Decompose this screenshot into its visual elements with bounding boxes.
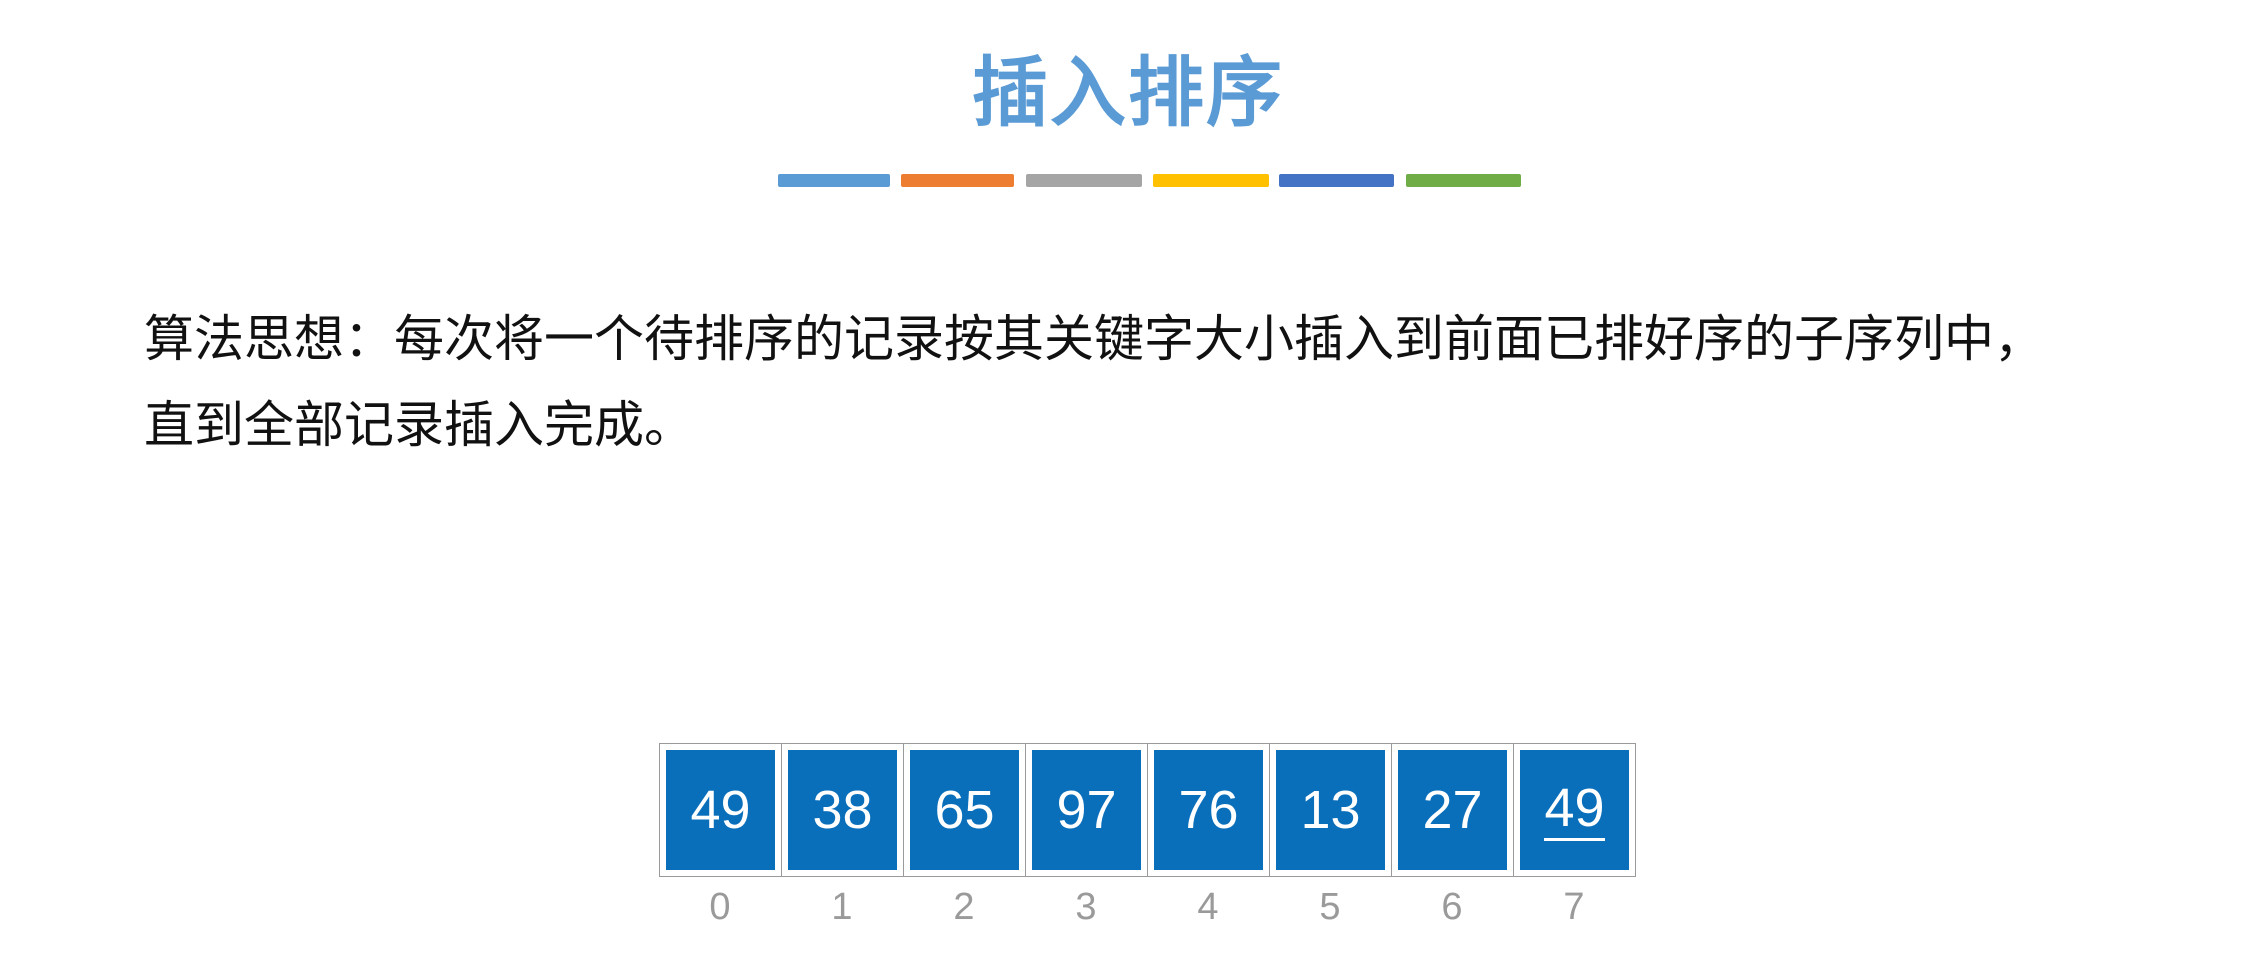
array-value-text: 27: [1422, 780, 1483, 840]
array-value-text: 97: [1056, 780, 1117, 840]
array-index: 3: [1075, 886, 1097, 928]
array-value: 65: [910, 750, 1019, 870]
array-cell: 38: [781, 743, 904, 877]
array-index: 0: [709, 886, 731, 928]
palette-bar-yellow: [1153, 174, 1269, 187]
array-index: 5: [1319, 886, 1341, 928]
array-value: 97: [1032, 750, 1141, 870]
array-value: 38: [788, 750, 897, 870]
array-value-text: 76: [1178, 780, 1239, 840]
palette-bar-darkblue: [1279, 174, 1394, 187]
array-value: 76: [1154, 750, 1263, 870]
page-title: 插入排序: [972, 48, 1284, 137]
palette-bar-green: [1406, 174, 1521, 187]
array-value: 49: [666, 750, 775, 870]
array-cell: 76: [1147, 743, 1270, 877]
description-line-1: 算法思想：每次将一个待排序的记录按其关键字大小插入到前面已排好序的子序列中，: [144, 310, 2044, 368]
array-value-text: 13: [1300, 780, 1361, 840]
palette-bar-gray: [1026, 174, 1142, 187]
array-index: 6: [1441, 886, 1463, 928]
array-cell: 13: [1269, 743, 1392, 877]
array-indices: 0 1 2 3 4 5 6 7: [659, 886, 1635, 929]
palette-bar-orange: [901, 174, 1014, 187]
array-index: 1: [831, 886, 853, 928]
array-index: 7: [1563, 886, 1585, 928]
array-cell: 97: [1025, 743, 1148, 877]
array-value-text: 65: [934, 780, 995, 840]
array-cell: 49: [1513, 743, 1636, 877]
array-value-text: 49: [690, 780, 751, 840]
array-cell: 49: [659, 743, 782, 877]
array-value: 13: [1276, 750, 1385, 870]
algorithm-description: 算法思想：每次将一个待排序的记录按其关键字大小插入到前面已排好序的子序列中， 直…: [144, 296, 2144, 468]
array-cell: 65: [903, 743, 1026, 877]
palette-bar-blue: [778, 174, 890, 187]
array-value: 49: [1520, 750, 1629, 870]
array-cell: 27: [1391, 743, 1514, 877]
array-index: 2: [953, 886, 975, 928]
array-value-text-underlined: 49: [1544, 780, 1605, 841]
array-value-text: 38: [812, 780, 873, 840]
description-line-2: 直到全部记录插入完成。: [144, 396, 694, 454]
array-cells: 49 38 65 97 76 13 27 49: [659, 743, 1636, 877]
array-index: 4: [1197, 886, 1219, 928]
array-value: 27: [1398, 750, 1507, 870]
